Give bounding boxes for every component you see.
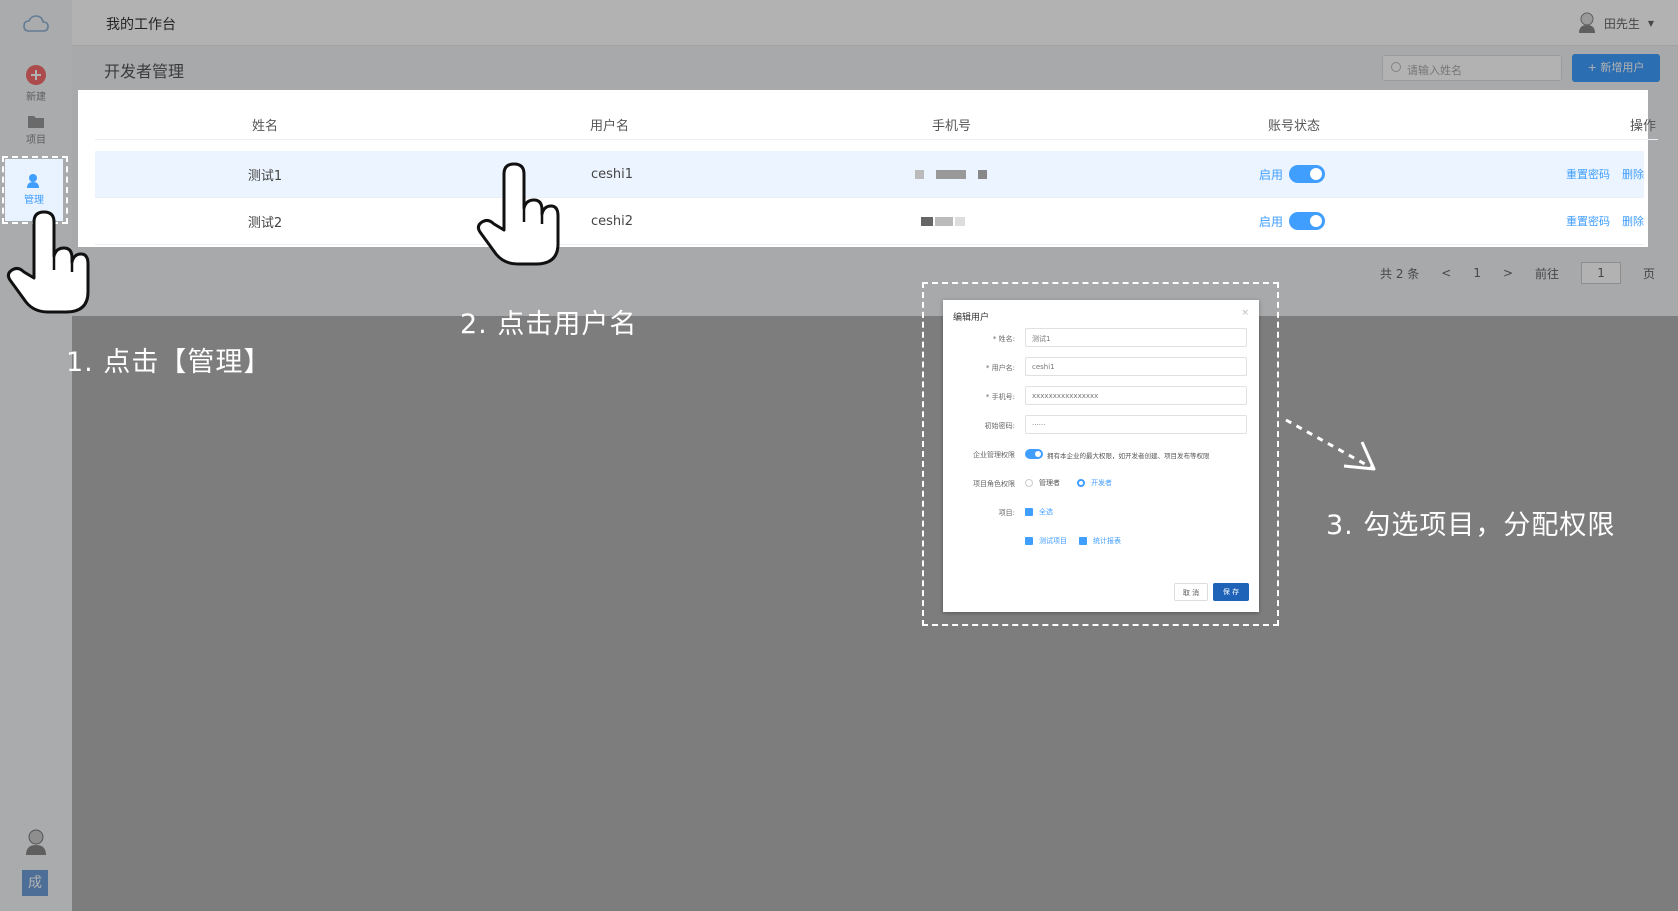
admin-permission-field: 企业管理权限 拥有本企业的最大权限，如开发者创建、项目发布等权限 xyxy=(943,444,1259,464)
phone-label: * 手机号: xyxy=(985,393,1015,401)
status-cell: 启用 xyxy=(1259,151,1326,197)
project-field: 项目: 全选 xyxy=(943,502,1259,522)
role-manager-label: 管理者 xyxy=(1039,479,1060,487)
project-options: 测试项目 统计报表 xyxy=(943,531,1259,551)
admin-permission-desc: 拥有本企业的最大权限，如开发者创建、项目发布等权限 xyxy=(1047,452,1210,460)
username-input[interactable]: ceshi1 xyxy=(1025,357,1247,376)
project-checkbox[interactable]: 测试项目 xyxy=(1025,536,1067,546)
checkbox-checked-icon xyxy=(1025,537,1033,545)
user-manage-icon xyxy=(27,174,39,188)
ops-cell: 重置密码 删除 xyxy=(1566,151,1644,197)
project-label: 项目: xyxy=(998,509,1015,517)
table-row[interactable]: 测试2 ceshi2 启用 重置密码 删除 xyxy=(95,198,1644,245)
project-checkbox-label: 测试项目 xyxy=(1039,537,1067,545)
cancel-button[interactable]: 取 消 xyxy=(1174,583,1208,601)
phone-input[interactable]: xxxxxxxxxxxxxxxx xyxy=(1025,386,1247,405)
cell-phone-masked xyxy=(921,198,967,244)
col-header-name: 姓名 xyxy=(251,119,278,134)
checkbox-checked-icon xyxy=(1025,508,1033,516)
project-checkbox-label: 统计报表 xyxy=(1093,537,1121,545)
status-cell: 启用 xyxy=(1259,198,1326,244)
reset-password-link[interactable]: 重置密码 xyxy=(1566,166,1610,182)
radio-unchecked-icon xyxy=(1025,479,1033,487)
cell-name: 测试1 xyxy=(247,168,283,184)
role-label: 项目角色权限 xyxy=(973,480,1015,488)
username-label: * 用户名: xyxy=(985,364,1015,372)
password-field: 初始密码: ······ xyxy=(943,415,1259,435)
ops-cell: 重置密码 删除 xyxy=(1566,198,1644,244)
cell-username-link[interactable]: ceshi1 xyxy=(591,151,633,197)
select-all-label: 全选 xyxy=(1039,508,1053,516)
table-row[interactable]: 测试1 ceshi1 启用 重置密码 删除 xyxy=(95,151,1644,198)
annotation-step2: 2. 点击用户名 xyxy=(460,309,638,340)
status-toggle[interactable] xyxy=(1289,165,1326,183)
annotation-step3: 3. 勾选项目，分配权限 xyxy=(1326,510,1616,541)
cell-phone-masked xyxy=(915,151,989,197)
cell-username-link[interactable]: ceshi2 xyxy=(591,198,633,244)
checkbox-checked-icon xyxy=(1079,537,1087,545)
close-icon[interactable]: × xyxy=(1241,308,1249,318)
project-checkbox[interactable]: 统计报表 xyxy=(1079,536,1121,546)
sidebar-item-label: 管理 xyxy=(24,195,44,206)
role-developer-label: 开发者 xyxy=(1091,479,1112,487)
col-header-status: 账号状态 xyxy=(1268,119,1321,134)
save-button[interactable]: 保 存 xyxy=(1213,583,1249,601)
col-header-phone: 手机号 xyxy=(932,119,972,134)
pointing-hand-icon xyxy=(476,162,560,266)
admin-permission-toggle[interactable] xyxy=(1025,449,1043,459)
role-developer-radio[interactable]: 开发者 xyxy=(1077,478,1112,488)
username-field: * 用户名: ceshi1 xyxy=(943,357,1259,377)
status-label: 启用 xyxy=(1259,167,1284,182)
delete-link[interactable]: 删除 xyxy=(1622,213,1644,229)
edit-user-dialog: 编辑用户 × * 姓名: 测试1 * 用户名: ceshi1 * 手机号: xx… xyxy=(943,300,1259,612)
reset-password-link[interactable]: 重置密码 xyxy=(1566,213,1610,229)
phone-field: * 手机号: xxxxxxxxxxxxxxxx xyxy=(943,386,1259,406)
admin-permission-label: 企业管理权限 xyxy=(973,451,1015,459)
name-label: * 姓名: xyxy=(992,335,1015,343)
password-input[interactable]: ······ xyxy=(1025,415,1247,434)
status-label: 启用 xyxy=(1259,214,1284,229)
select-all-checkbox[interactable]: 全选 xyxy=(1025,507,1053,517)
dialog-title: 编辑用户 xyxy=(953,313,990,323)
status-toggle[interactable] xyxy=(1289,212,1326,230)
col-header-ops: 操作 xyxy=(1629,119,1656,134)
radio-checked-icon xyxy=(1077,479,1085,487)
col-header-username: 用户名 xyxy=(590,119,630,134)
table-header: 姓名 用户名 手机号 账号状态 操作 xyxy=(95,110,1658,140)
password-label: 初始密码: xyxy=(984,422,1015,430)
role-manager-radio[interactable]: 管理者 xyxy=(1025,478,1060,488)
name-input[interactable]: 测试1 xyxy=(1025,328,1247,347)
role-field: 项目角色权限 管理者 开发者 xyxy=(943,473,1259,493)
annotation-step1: 1. 点击【管理】 xyxy=(66,347,272,378)
cell-name: 测试2 xyxy=(247,215,283,231)
delete-link[interactable]: 删除 xyxy=(1622,166,1644,182)
arrow-icon xyxy=(1285,418,1376,471)
pointing-hand-icon xyxy=(6,210,90,314)
name-field: * 姓名: 测试1 xyxy=(943,328,1259,348)
